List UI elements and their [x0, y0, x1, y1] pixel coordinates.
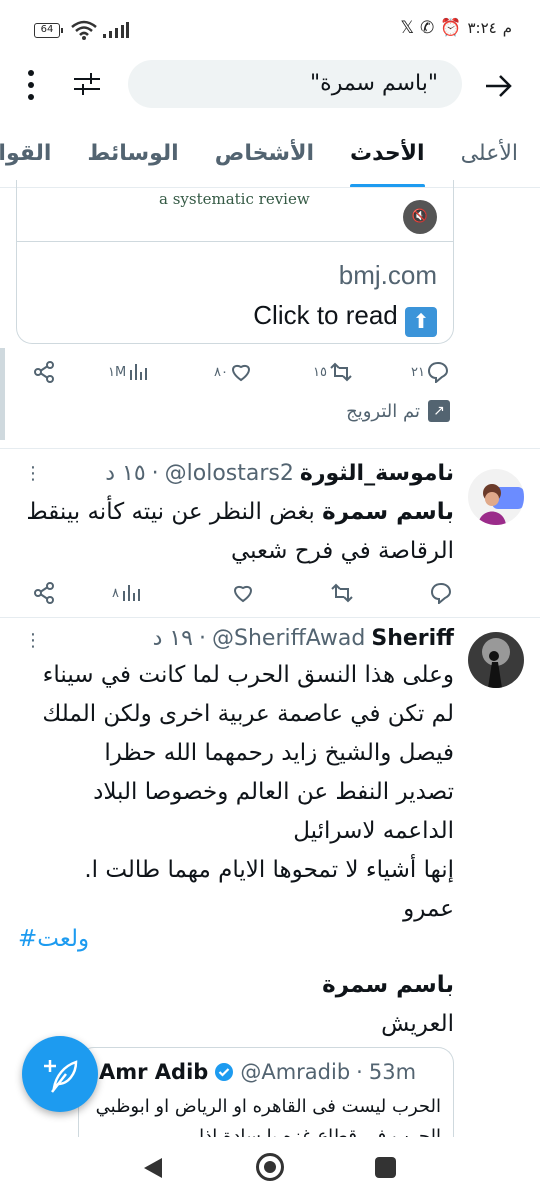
system-nav-bar: [0, 1138, 540, 1200]
heart-icon: [234, 586, 252, 603]
retweet-button[interactable]: [330, 573, 354, 613]
card-image: a systematic review 🔇: [17, 180, 453, 242]
card-title-text: Click to read: [253, 300, 398, 330]
battery-icon: 64: [34, 23, 63, 38]
like-button[interactable]: ٨٠: [214, 352, 252, 392]
quoted-time: 53m: [368, 1060, 417, 1084]
search-header: "باسم سمرة": [0, 60, 540, 114]
tweet-line: الداعمه لاسرائيل: [293, 818, 454, 844]
author-handle[interactable]: @SheriffAwad: [212, 626, 365, 651]
tweet-line: فيصل والشيخ زايد رحمهما الله حظرا: [104, 740, 454, 766]
x-logo-icon: 𝕏: [400, 18, 415, 38]
wifi-icon: [71, 20, 97, 40]
avatar[interactable]: [468, 469, 524, 525]
retweet-icon: [331, 583, 353, 603]
share-button[interactable]: [33, 573, 55, 613]
tweet-text: وعلى هذا النسق الحرب لما كانت في سيناء ل…: [14, 656, 454, 929]
battery-level: 64: [40, 24, 54, 35]
tweet-line: وعلى هذا النسق الحرب لما كانت في سيناء: [42, 662, 454, 688]
quoted-author-handle: @Amradib: [240, 1060, 351, 1084]
tweet-header: Sheriff @SheriffAwad · ١٩ د: [153, 626, 454, 651]
filter-sliders-icon[interactable]: [72, 70, 102, 98]
retweet-button[interactable]: ١٥: [313, 352, 353, 392]
replies-count: ٢١: [411, 364, 425, 380]
alarm-icon: ⏰: [440, 18, 462, 38]
hashtag-link[interactable]: #ولعت: [18, 926, 89, 952]
tweet-time: ١٥ د: [105, 461, 146, 486]
nav-back-icon[interactable]: [142, 1156, 164, 1180]
promoted-icon: ↗: [428, 400, 450, 422]
verified-badge-icon: [215, 1063, 234, 1081]
tab-top[interactable]: الأعلى: [461, 132, 518, 187]
nav-home-icon[interactable]: [256, 1153, 284, 1181]
clock-time: ٣:٢٤: [467, 19, 497, 37]
up-arrow-emoji-icon: ⬆: [405, 307, 437, 337]
promoted-label: تم الترويج: [346, 400, 420, 422]
views-count: ١M: [108, 364, 127, 380]
tweet-text: باسم سمرة بغض النظر عن نيته كأنه بينقط ا…: [14, 493, 454, 571]
retweet-icon: [330, 362, 352, 382]
clock-period: م: [502, 19, 512, 37]
quoted-author-name: Amr Adib: [99, 1060, 209, 1084]
card-domain: bmj.com: [338, 260, 437, 290]
tweet-line: عمرو: [403, 896, 454, 922]
tweet-actions: ٨: [0, 573, 540, 613]
reply-icon: [427, 361, 448, 383]
tweet-header: ناموسة_الثورة @lolostars2 · ١٥ د: [105, 461, 454, 486]
search-input[interactable]: "باسم سمرة": [128, 60, 462, 108]
author-name[interactable]: ناموسة_الثورة: [300, 461, 454, 486]
separator-dot: ·: [151, 461, 159, 486]
tweet-actions: ١M ٨٠ ١٥ ٢١: [0, 352, 540, 392]
avatar[interactable]: [468, 632, 524, 688]
back-arrow-icon[interactable]: [480, 68, 516, 104]
share-button[interactable]: [33, 352, 55, 392]
likes-count: ٨٠: [214, 364, 228, 380]
tweet-line: تصدير النفط عن العالم وخصوصا البلاد: [93, 779, 454, 805]
card-title: Click to read ⬆: [253, 300, 437, 337]
views-count: ٨: [112, 585, 119, 601]
status-bar: 64 𝕏 ✆ ⏰ ٣:٢٤ م: [0, 0, 540, 60]
link-card[interactable]: a systematic review 🔇 bmj.com Click to r…: [16, 180, 454, 344]
tweet-card[interactable]: ناموسة_الثورة @lolostars2 · ١٥ د ⋮ باسم …: [0, 449, 540, 617]
tweet-text-bold: باسم سمرة: [322, 499, 454, 525]
views-icon: [130, 364, 148, 380]
whatsapp-icon: ✆: [420, 18, 435, 38]
compose-tweet-button[interactable]: [22, 1036, 98, 1112]
reply-button[interactable]: [430, 573, 452, 613]
quoted-text: الحرب ليست فى القاهره او الرياض او ابوظب…: [95, 1096, 441, 1137]
reply-button[interactable]: ٢١: [411, 352, 449, 392]
card-image-caption: a systematic review: [159, 190, 310, 208]
views-button[interactable]: ٨: [112, 573, 141, 613]
views-button[interactable]: ١M: [108, 352, 148, 392]
mute-icon[interactable]: 🔇: [403, 200, 437, 234]
separator-dot: ·: [199, 626, 206, 651]
heart-icon: [232, 365, 250, 382]
tweet-more-icon[interactable]: ⋮: [24, 630, 42, 651]
author-name[interactable]: Sheriff: [371, 626, 454, 651]
tweet-time: ١٩ د: [152, 626, 193, 651]
reply-icon: [430, 582, 452, 604]
share-icon: [34, 361, 54, 383]
separator-dot: ·: [356, 1060, 363, 1084]
tweet-line-bold: باسم سمرة: [322, 972, 454, 998]
retweets-count: ١٥: [313, 364, 327, 380]
share-icon: [34, 582, 54, 604]
nav-recents-icon[interactable]: [375, 1157, 396, 1178]
signal-icon: [103, 22, 129, 38]
status-right: 𝕏 ✆ ⏰ ٣:٢٤ م: [400, 18, 512, 38]
views-icon: [122, 585, 140, 601]
promoted-banner: ↗ تم الترويج: [346, 400, 450, 422]
more-vertical-icon[interactable]: [25, 68, 37, 102]
quoted-tweet[interactable]: Amr Adib @Amradib · 53m الحرب ليست فى ال…: [78, 1047, 454, 1137]
tweet-line: لم تكن في عاصمة عربية اخرى ولكن الملك: [42, 701, 454, 727]
compose-feather-icon: [44, 1060, 78, 1093]
quoted-header: Amr Adib @Amradib · 53m: [99, 1060, 416, 1084]
tweet-line: إنها أشياء لا تمحوها الايام مهما طالت ا.: [84, 857, 454, 883]
author-handle[interactable]: @lolostars2: [165, 461, 294, 486]
tweet-more-icon[interactable]: ⋮: [24, 463, 42, 484]
tweet-text-tail: باسم سمرة العريش: [14, 966, 454, 1044]
like-button[interactable]: [232, 573, 254, 613]
